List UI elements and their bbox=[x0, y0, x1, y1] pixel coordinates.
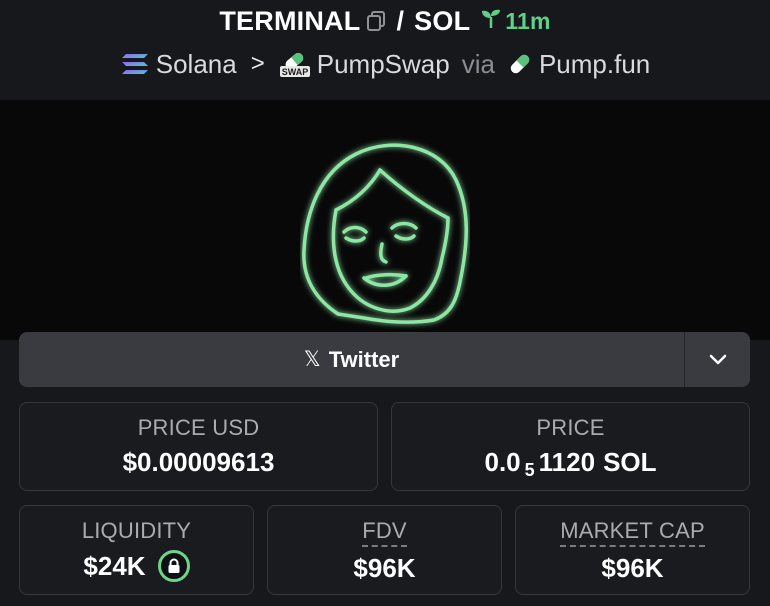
chevron-down-icon bbox=[709, 354, 726, 364]
liquidity-value: $24K bbox=[83, 550, 146, 581]
price-native-card: PRICE 0.0 5 1120 SOL bbox=[391, 402, 750, 491]
token-logo-face-icon bbox=[302, 143, 469, 324]
liquidity-label: LIQUIDITY bbox=[81, 518, 192, 543]
market-cap-value: $96K bbox=[601, 553, 664, 583]
pill-icon bbox=[507, 51, 533, 77]
age-text: 11m bbox=[505, 7, 551, 34]
pair-separator: / bbox=[396, 5, 405, 36]
liquidity-card: LIQUIDITY $24K bbox=[19, 505, 254, 595]
twitter-button[interactable]: 𝕏 Twitter bbox=[19, 332, 684, 387]
via-text: via bbox=[461, 48, 495, 79]
price-native-value: 0.0 5 1120 SOL bbox=[484, 447, 657, 480]
breadcrumb: Solana > SWAP PumpSwap via Pump.fun bbox=[0, 46, 770, 82]
market-cap-card: MARKET CAP $96K bbox=[515, 505, 750, 595]
breadcrumb-chevron: > bbox=[250, 50, 265, 77]
pair-header: TERMINAL / SOL 11m Solana > SWAP PumpSwa… bbox=[0, 0, 770, 100]
pumpswap-icon: SWAP bbox=[279, 50, 311, 78]
quote-symbol: SOL bbox=[414, 5, 471, 36]
fdv-card: FDV $96K bbox=[267, 505, 502, 595]
price-usd-label: PRICE USD bbox=[137, 415, 260, 440]
launchpad-link[interactable]: Pump.fun bbox=[539, 49, 650, 80]
price-label: PRICE bbox=[536, 415, 605, 440]
price-usd-card: PRICE USD $0.00009613 bbox=[19, 402, 378, 491]
social-links-bar: 𝕏 Twitter bbox=[19, 332, 750, 387]
price-digits: 1120 bbox=[538, 447, 596, 477]
sprout-icon bbox=[480, 7, 505, 35]
twitter-label: Twitter bbox=[328, 346, 400, 372]
copy-icon[interactable] bbox=[366, 10, 386, 32]
price-unit: SOL bbox=[603, 447, 657, 477]
lock-icon[interactable] bbox=[157, 550, 190, 582]
pair-title: TERMINAL / SOL 11m bbox=[0, 4, 770, 38]
fdv-label[interactable]: FDV bbox=[362, 518, 407, 547]
liquidity-value-row: $24K bbox=[83, 550, 190, 582]
svg-text:SWAP: SWAP bbox=[281, 67, 308, 77]
token-symbol: TERMINAL bbox=[219, 5, 361, 36]
dex-link[interactable]: PumpSwap bbox=[317, 49, 450, 80]
price-prefix: 0.0 bbox=[484, 447, 521, 477]
token-banner-image bbox=[0, 100, 770, 340]
fdv-value: $96K bbox=[353, 553, 416, 583]
expand-socials-button[interactable] bbox=[684, 332, 750, 387]
price-usd-value: $0.00009613 bbox=[122, 447, 275, 477]
market-cap-label[interactable]: MARKET CAP bbox=[560, 518, 705, 547]
pair-age: 11m bbox=[480, 7, 550, 35]
solana-icon bbox=[120, 52, 150, 76]
price-zero-count: 5 bbox=[524, 460, 535, 480]
chain-link[interactable]: Solana bbox=[156, 49, 237, 80]
x-logo-icon: 𝕏 bbox=[303, 348, 321, 371]
